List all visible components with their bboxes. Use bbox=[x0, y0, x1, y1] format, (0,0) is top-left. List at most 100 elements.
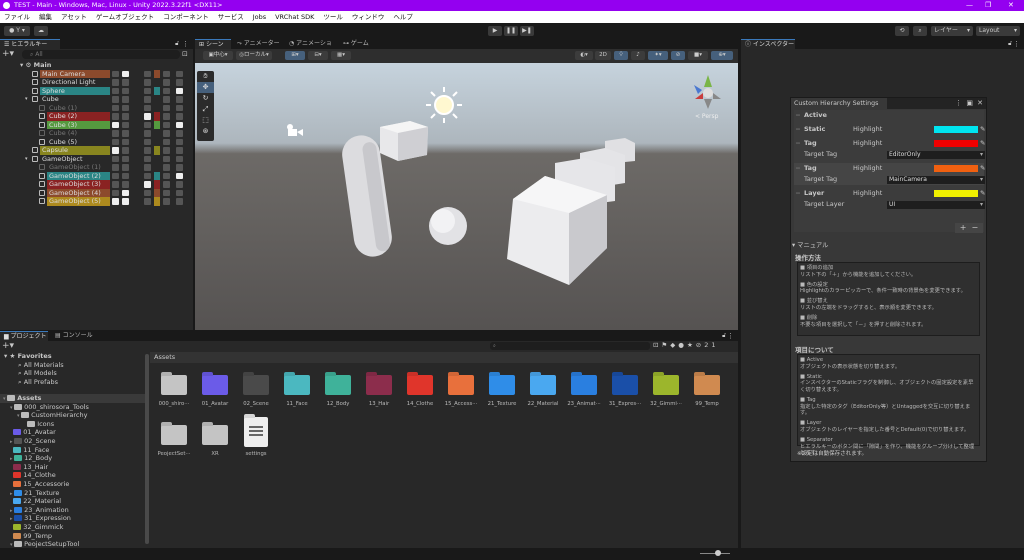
menu-item[interactable]: 編集 bbox=[39, 11, 52, 23]
active-toggle-icon[interactable] bbox=[112, 189, 119, 196]
tab-project[interactable]: ▆ プロジェクト bbox=[0, 331, 48, 341]
tag-toggle-icon[interactable] bbox=[144, 147, 151, 154]
static-toggle-icon[interactable] bbox=[122, 138, 129, 145]
layer-toggle-icon[interactable] bbox=[163, 189, 170, 196]
more-icon[interactable]: ⋮ bbox=[955, 99, 962, 107]
search-filter-icon[interactable]: ⊡ bbox=[182, 50, 188, 58]
static-toggle-icon[interactable] bbox=[122, 96, 129, 103]
project-search-input[interactable]: ⌕ bbox=[490, 342, 650, 350]
visibility-toggle-icon[interactable] bbox=[176, 130, 183, 137]
lighting-toggle-icon[interactable]: 💡︎ bbox=[614, 51, 628, 60]
hierarchy-row[interactable]: Cube (1) bbox=[0, 104, 193, 113]
visibility-toggle-icon[interactable] bbox=[176, 138, 183, 145]
static-toggle-icon[interactable] bbox=[122, 172, 129, 179]
layer-toggle-icon[interactable] bbox=[163, 147, 170, 154]
visibility-toggle-icon[interactable] bbox=[176, 104, 183, 111]
play-button[interactable]: ▶ bbox=[488, 26, 502, 36]
active-toggle-icon[interactable] bbox=[112, 70, 119, 77]
tree-scrollbar[interactable] bbox=[145, 354, 149, 544]
hierarchy-row[interactable]: GameObject (1) bbox=[0, 163, 193, 172]
static-toggle-icon[interactable] bbox=[122, 121, 129, 128]
folder-item[interactable]: ▾ PeojectSetupTool bbox=[0, 540, 148, 548]
drag-handle-icon[interactable]: ═ bbox=[796, 188, 800, 199]
create-button[interactable]: +▾ bbox=[2, 50, 14, 59]
2d-toggle[interactable]: 2D bbox=[595, 51, 611, 60]
layer-toggle-icon[interactable] bbox=[163, 79, 170, 86]
tab-scene[interactable]: ⊞ シーン bbox=[195, 39, 231, 49]
settings-item-layer[interactable]: ═ Layer Highlight ✎ bbox=[794, 188, 985, 199]
active-toggle-icon[interactable] bbox=[112, 87, 119, 94]
layout-dropdown[interactable]: Layout ▾ bbox=[976, 26, 1020, 36]
folder-item[interactable]: 11_Face bbox=[0, 446, 148, 455]
remove-item-button[interactable]: − bbox=[972, 223, 979, 232]
drag-handle-icon[interactable]: ═ bbox=[796, 110, 800, 121]
active-toggle-icon[interactable] bbox=[112, 155, 119, 162]
foldout-arrow[interactable]: ▾ bbox=[25, 95, 28, 104]
folder-item[interactable]: Icons bbox=[0, 420, 148, 429]
layer-toggle-icon[interactable] bbox=[163, 138, 170, 145]
tag-toggle-icon[interactable] bbox=[144, 164, 151, 171]
tag-toggle-icon[interactable] bbox=[144, 96, 151, 103]
hierarchy-row[interactable]: GameObject (2) bbox=[0, 171, 193, 180]
tag-toggle-icon[interactable] bbox=[144, 181, 151, 188]
menu-item[interactable]: ツール bbox=[323, 11, 343, 23]
active-toggle-icon[interactable] bbox=[112, 138, 119, 145]
hierarchy-row[interactable]: Cube (2) bbox=[0, 112, 193, 121]
menu-item[interactable]: コンポーネント bbox=[163, 11, 209, 23]
visibility-toggle-icon[interactable] bbox=[176, 87, 183, 94]
maximize-button[interactable]: ❐ bbox=[985, 0, 991, 11]
hierarchy-row[interactable]: ▾ GameObject bbox=[0, 155, 193, 164]
folder-item[interactable]: 22_Material bbox=[0, 497, 148, 506]
highlight-color-field[interactable] bbox=[934, 190, 978, 197]
tab-hierarchy[interactable]: ☰ ヒエラルキー bbox=[0, 39, 60, 49]
folder-item[interactable]: ▸ 31_Expression bbox=[0, 514, 148, 523]
hierarchy-row[interactable]: ▾ Cube bbox=[0, 95, 193, 104]
search-icon[interactable]: ⌕ bbox=[913, 26, 927, 36]
active-toggle-icon[interactable] bbox=[112, 96, 119, 103]
settings-item-tag[interactable]: ═ Tag Highlight ✎ bbox=[794, 163, 985, 174]
drag-handle-icon[interactable]: ═ bbox=[796, 163, 800, 174]
layer-toggle-icon[interactable] bbox=[163, 104, 170, 111]
pause-button[interactable]: ❚❚ bbox=[504, 26, 518, 36]
hierarchy-row[interactable]: Main Camera bbox=[0, 69, 193, 78]
active-toggle-icon[interactable] bbox=[112, 164, 119, 171]
increment-snap-button[interactable]: ⊟▾ bbox=[308, 51, 328, 60]
more-icon[interactable]: ⋮ bbox=[1013, 40, 1020, 48]
tab-animator[interactable]: ⤳ アニメーター bbox=[233, 39, 283, 49]
static-toggle-icon[interactable] bbox=[122, 87, 129, 94]
static-toggle-icon[interactable] bbox=[122, 181, 129, 188]
highlight-color-field[interactable] bbox=[934, 165, 978, 172]
hierarchy-row[interactable]: GameObject (5) bbox=[0, 197, 193, 206]
eyedropper-icon[interactable]: ✎ bbox=[980, 188, 985, 199]
asset-item[interactable]: settings bbox=[232, 417, 280, 457]
static-toggle-icon[interactable] bbox=[122, 130, 129, 137]
folder-item[interactable]: ▾ 000_shirosora_Tools bbox=[0, 403, 148, 412]
active-toggle-icon[interactable] bbox=[112, 121, 119, 128]
visibility-toggle-icon[interactable] bbox=[176, 70, 183, 77]
layer-toggle-icon[interactable] bbox=[163, 96, 170, 103]
highlight-color-field[interactable] bbox=[934, 140, 978, 147]
history-icon[interactable]: ⟲ bbox=[895, 26, 909, 36]
folder-item[interactable]: ▸ 12_Body bbox=[0, 454, 148, 463]
transform-tool-icon[interactable]: ⊛ bbox=[197, 126, 214, 137]
folder-item[interactable]: 32_Gimmick bbox=[0, 523, 148, 532]
settings-item-static[interactable]: ═ Static Highlight ✎ bbox=[794, 124, 985, 135]
hierarchy-search-input[interactable]: ⌕ All bbox=[22, 50, 180, 59]
menu-item[interactable]: VRChat SDK bbox=[275, 11, 314, 23]
hierarchy-row[interactable]: Cube (3) bbox=[0, 120, 193, 129]
visibility-toggle-icon[interactable] bbox=[176, 121, 183, 128]
active-toggle-icon[interactable] bbox=[112, 172, 119, 179]
active-toggle-icon[interactable] bbox=[112, 198, 119, 205]
rect-tool-icon[interactable]: ⬚ bbox=[197, 115, 214, 126]
layer-toggle-icon[interactable] bbox=[163, 198, 170, 205]
eyedropper-icon[interactable]: ✎ bbox=[980, 163, 985, 174]
tag-toggle-icon[interactable] bbox=[144, 138, 151, 145]
layer-toggle-icon[interactable] bbox=[163, 130, 170, 137]
folder-item[interactable]: ▾ CustomHierarchy bbox=[0, 411, 148, 420]
scene-root-row[interactable]: ▾ ⚙ Main bbox=[0, 61, 193, 70]
hierarchy-row[interactable]: Sphere bbox=[0, 86, 193, 95]
layer-toggle-icon[interactable] bbox=[163, 113, 170, 120]
hierarchy-row[interactable]: Directional Light bbox=[0, 78, 193, 87]
favorites-item[interactable]: ⌕ All Prefabs bbox=[0, 378, 58, 387]
slider-thumb[interactable] bbox=[715, 550, 721, 556]
